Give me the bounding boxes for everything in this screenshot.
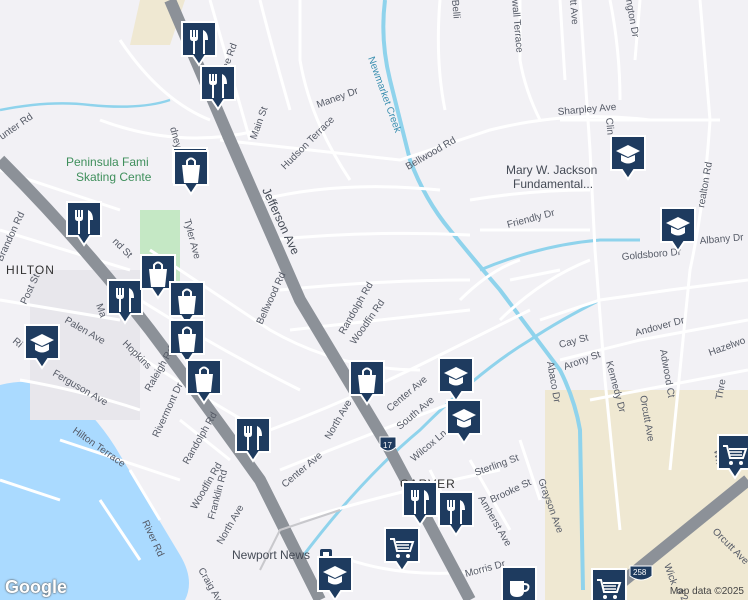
area-label-newport-news: Newport News: [232, 548, 310, 562]
place-label-line: Mary W. Jackson: [506, 163, 597, 177]
svg-text:17: 17: [383, 441, 392, 450]
map-attribution: Map data ©2025: [669, 586, 744, 597]
street-label: Clin: [603, 117, 615, 135]
map-canvas[interactable]: Main St Jefferson Ave Maney Dr Hudson Te…: [0, 0, 748, 600]
route-shield-258: 258: [629, 565, 653, 581]
place-label-school: Mary W. Jackson Fundamental...: [506, 163, 597, 191]
map-pin-cafe[interactable]: [501, 566, 537, 600]
route-shield-17: 17: [379, 436, 397, 452]
place-label-line: Skating Cente: [76, 170, 152, 184]
place-label-skating: Peninsula Fami Skating Cente: [66, 155, 152, 184]
map-pin-grocery[interactable]: [591, 568, 627, 600]
google-logo: Google: [5, 577, 67, 597]
place-label-line: Peninsula Fami: [66, 155, 149, 169]
place-label-line: Fundamental...: [513, 177, 593, 191]
street-label: Belli: [449, 0, 462, 19]
svg-text:258: 258: [633, 568, 647, 577]
street-label: tt Ave: [567, 0, 580, 25]
area-label-hilton: HILTON: [6, 263, 55, 277]
